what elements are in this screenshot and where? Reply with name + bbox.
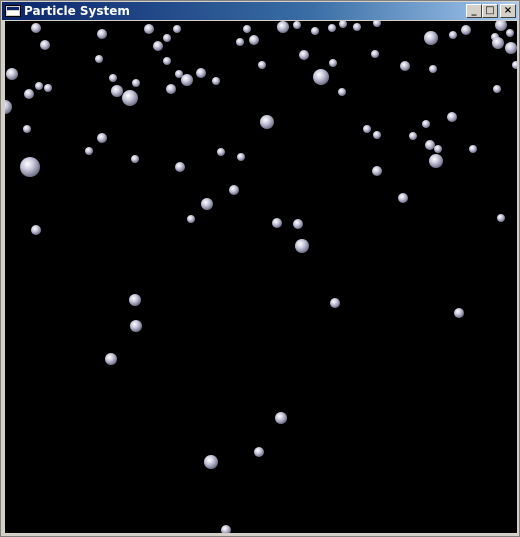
particle: [400, 61, 410, 71]
particle-canvas[interactable]: [5, 21, 517, 533]
particle: [163, 34, 171, 42]
particle: [339, 21, 347, 28]
particle: [372, 166, 382, 176]
particle: [31, 23, 41, 33]
particle: [311, 27, 319, 35]
particle: [353, 23, 361, 31]
particle: [217, 148, 225, 156]
particle: [181, 74, 193, 86]
particle: [24, 89, 34, 99]
particle: [111, 85, 123, 97]
particle: [144, 24, 154, 34]
minimize-button[interactable]: _: [466, 4, 482, 18]
particle: [258, 61, 266, 69]
particle: [236, 38, 244, 46]
particle: [371, 50, 379, 58]
particle: [260, 115, 274, 129]
particle: [5, 100, 12, 114]
particle: [196, 68, 206, 78]
particle: [429, 65, 437, 73]
particle: [212, 77, 220, 85]
particle: [44, 84, 52, 92]
particle: [166, 84, 176, 94]
particle: [293, 219, 303, 229]
particle: [447, 112, 457, 122]
particle: [85, 147, 93, 155]
particle: [454, 308, 464, 318]
particle: [109, 74, 117, 82]
minimize-icon: _: [471, 5, 477, 16]
particle: [497, 214, 505, 222]
particle: [221, 525, 231, 533]
particle: [328, 24, 336, 32]
particle: [175, 162, 185, 172]
particle: [275, 412, 287, 424]
particle: [512, 61, 517, 69]
particle: [277, 21, 289, 33]
particle: [204, 455, 218, 469]
particle: [97, 133, 107, 143]
particle: [505, 42, 517, 54]
particle: [201, 198, 213, 210]
maximize-button[interactable]: □: [482, 4, 498, 18]
window-app-icon[interactable]: [5, 4, 21, 18]
particle: [293, 21, 301, 29]
particle: [130, 320, 142, 332]
close-icon: ×: [503, 5, 513, 16]
particle: [95, 55, 103, 63]
particle: [105, 353, 117, 365]
particle: [20, 157, 40, 177]
particle: [424, 31, 438, 45]
particle: [330, 298, 340, 308]
particle: [122, 90, 138, 106]
particle: [187, 215, 195, 223]
particle-scene: [5, 21, 517, 533]
particle: [35, 82, 43, 90]
particle: [506, 29, 514, 37]
particle: [243, 25, 251, 33]
particle: [23, 125, 31, 133]
particle: [329, 59, 337, 67]
particle: [398, 193, 408, 203]
particle: [409, 132, 417, 140]
particle: [373, 131, 381, 139]
particle: [31, 225, 41, 235]
particle: [173, 25, 181, 33]
particle: [175, 70, 183, 78]
particle: [153, 41, 163, 51]
particle: [254, 447, 264, 457]
maximize-icon: □: [485, 5, 495, 16]
title-bar[interactable]: Particle System _ □ ×: [2, 2, 518, 20]
particle: [40, 40, 50, 50]
particle: [132, 79, 140, 87]
particle: [469, 145, 477, 153]
app-window: Particle System _ □ ×: [0, 0, 520, 537]
particle: [313, 69, 329, 85]
close-button[interactable]: ×: [500, 4, 516, 18]
particle: [249, 35, 259, 45]
particle: [229, 185, 239, 195]
particle: [425, 140, 435, 150]
particle: [295, 239, 309, 253]
particle: [163, 57, 171, 65]
particle: [422, 120, 430, 128]
particle: [6, 68, 18, 80]
particle: [129, 294, 141, 306]
particle: [97, 29, 107, 39]
particle: [338, 88, 346, 96]
particle: [272, 218, 282, 228]
particle: [363, 125, 371, 133]
particle: [449, 31, 457, 39]
particle: [373, 21, 381, 27]
particle: [495, 21, 507, 31]
particle: [429, 154, 443, 168]
particle: [131, 155, 139, 163]
particle: [299, 50, 309, 60]
particle: [434, 145, 442, 153]
particle: [461, 25, 471, 35]
particle: [492, 37, 504, 49]
particle: [237, 153, 245, 161]
window-title: Particle System: [24, 4, 130, 18]
particle: [493, 85, 501, 93]
